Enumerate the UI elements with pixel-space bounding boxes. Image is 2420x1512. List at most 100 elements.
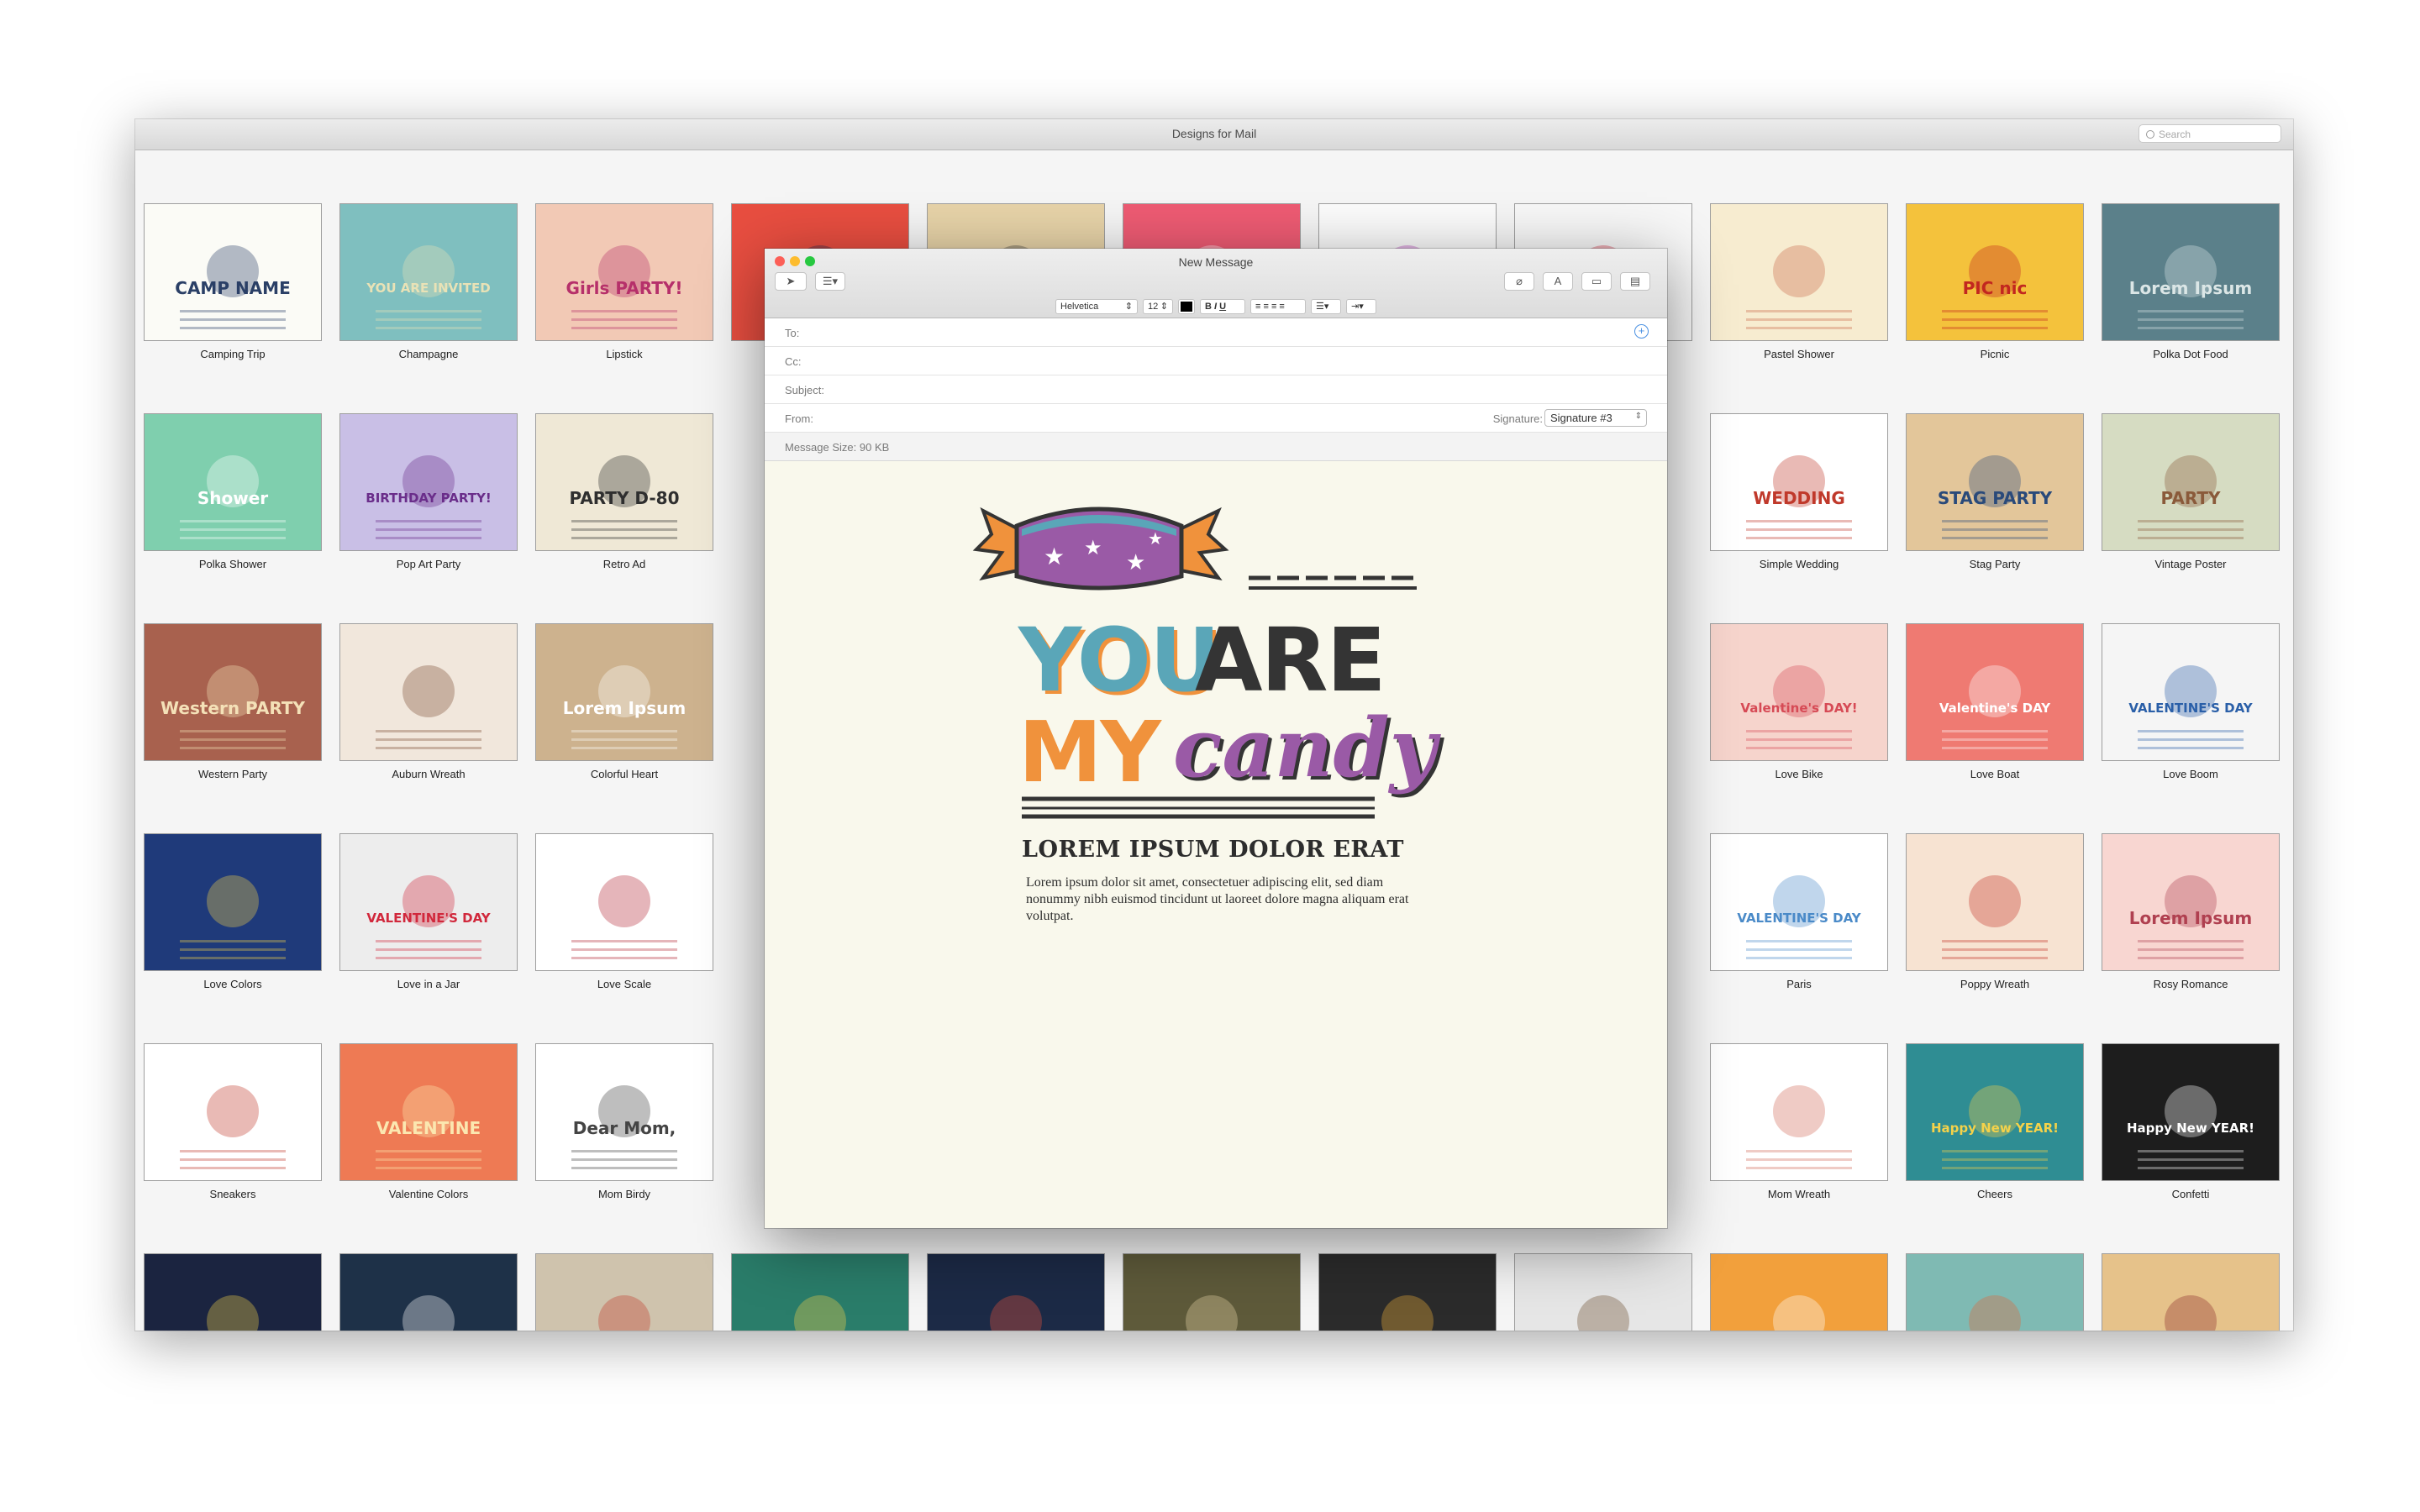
template-tile[interactable]: Lorem Ipsum Rosy Romance xyxy=(2102,833,2280,990)
template-tile[interactable]: Love Scale xyxy=(535,833,713,990)
template-tile[interactable]: Poppy Wreath xyxy=(1906,833,2084,990)
template-artwork xyxy=(1773,244,1825,297)
svg-text:★: ★ xyxy=(1126,550,1145,575)
template-text-line xyxy=(2138,528,2244,532)
template-tile[interactable]: Lorem Ipsum Colorful Heart xyxy=(535,623,713,780)
template-tile[interactable]: Girls PARTY! Lipstick xyxy=(535,203,713,360)
template-text-line xyxy=(2138,746,2244,749)
template-text-line xyxy=(1942,318,2048,322)
template-headline: VALENTINE xyxy=(376,1118,481,1139)
template-tile[interactable]: HAPPY NEW xyxy=(339,1253,518,1331)
template-tile[interactable]: Happy New Year! xyxy=(731,1253,909,1331)
template-tile[interactable]: Valentine's DAY Love Boat xyxy=(1906,623,2084,780)
template-artwork xyxy=(1773,1294,1825,1331)
template-tile[interactable] xyxy=(144,1253,322,1331)
template-text-line xyxy=(1942,1158,2048,1162)
template-tile[interactable]: Merry CHRISTMAS xyxy=(535,1253,713,1331)
template-text-line xyxy=(376,730,481,733)
template-tile[interactable]: Dear Mom, Mom Birdy xyxy=(535,1043,713,1200)
template-tile[interactable] xyxy=(1123,1253,1301,1331)
template-thumbnail: PARTY D-80 xyxy=(535,413,713,551)
template-tile[interactable]: HAPPY THANKS GIVING! xyxy=(1318,1253,1497,1331)
template-text-line xyxy=(1746,310,1852,313)
template-name: Love Bike xyxy=(1775,768,1823,780)
template-tile[interactable]: Happy New YEAR! Confetti xyxy=(2102,1043,2280,1200)
template-headline: HAPPY NEW xyxy=(371,1328,485,1331)
template-tile[interactable]: STAG PARTY Stag Party xyxy=(1906,413,2084,570)
search-input[interactable]: Search xyxy=(2139,124,2281,143)
template-tile[interactable]: VALENTINE Valentine Colors xyxy=(339,1043,518,1200)
template-tile[interactable]: YOU ARE INVITED Champagne xyxy=(339,203,518,360)
template-tile[interactable]: VALENTINE'S DAY Love in a Jar xyxy=(339,833,518,990)
template-text-line xyxy=(1942,948,2048,952)
template-tile[interactable]: Happy New YEAR! Cheers xyxy=(1906,1043,2084,1200)
template-thumbnail xyxy=(144,833,322,971)
template-text-line xyxy=(1942,956,2048,959)
template-tile[interactable]: CAMP NAME Camping Trip xyxy=(144,203,322,360)
template-text-line xyxy=(1942,730,2048,733)
template-headline: Thanks xyxy=(1961,1328,2029,1331)
template-text-line xyxy=(571,940,677,943)
template-tile[interactable]: Auburn Wreath xyxy=(339,623,518,780)
template-text-line xyxy=(180,1150,286,1153)
template-text-line xyxy=(571,528,677,532)
template-tile[interactable]: Love Colors xyxy=(144,833,322,990)
template-text-line xyxy=(376,528,481,532)
template-tile[interactable]: Western PARTY Western Party xyxy=(144,623,322,780)
template-text-line xyxy=(1746,940,1852,943)
new-message-window: New Message ➤ ☰▾ ⌀ A ▭ ▤ Helvetica ⇕ 12 ⇕ … xyxy=(765,249,1667,1228)
template-text-line xyxy=(1942,520,2048,523)
template-tile[interactable]: Mom Wreath xyxy=(1710,1043,1888,1200)
template-tile[interactable]: Pastel Shower xyxy=(1710,203,1888,360)
template-text-line xyxy=(571,956,677,959)
card-body-text: Lorem ipsum dolor sit amet, consectetuer… xyxy=(1026,875,1409,923)
template-headline: STAG PARTY xyxy=(1937,488,2053,509)
template-text-line xyxy=(2138,738,2244,742)
template-tile[interactable]: Valentine's DAY! Love Bike xyxy=(1710,623,1888,780)
template-text-line xyxy=(2138,520,2244,523)
template-tile[interactable]: BIRTHDAY PARTY! Pop Art Party xyxy=(339,413,518,570)
template-tile[interactable]: Shower Polka Shower xyxy=(144,413,322,570)
template-tile[interactable]: HAPPY THANKSGIVING Day! xyxy=(2102,1253,2280,1331)
template-text-line xyxy=(2138,940,2244,943)
template-tile[interactable] xyxy=(927,1253,1105,1331)
template-tile[interactable]: PIC nic Picnic xyxy=(1906,203,2084,360)
template-tile[interactable]: PARTY D-80 Retro Ad xyxy=(535,413,713,570)
template-text-line xyxy=(376,520,481,523)
template-tile[interactable]: WEDDING Simple Wedding xyxy=(1710,413,1888,570)
template-text-line xyxy=(1942,310,2048,313)
svg-text:★: ★ xyxy=(1148,528,1163,549)
template-tile[interactable]: Thanks xyxy=(1906,1253,2084,1331)
template-tile[interactable]: PARTY Vintage Poster xyxy=(2102,413,2280,570)
template-headline: BIRTHDAY PARTY! xyxy=(366,491,492,507)
template-text-line xyxy=(571,1166,677,1169)
template-headline: Valentine's DAY! xyxy=(1740,701,1858,717)
template-text-line xyxy=(180,520,286,523)
template-headline: VALENTINE'S DAY xyxy=(2128,701,2253,717)
template-tile[interactable]: VALENTINE'S DAY Paris xyxy=(1710,833,1888,990)
template-text-line xyxy=(376,956,481,959)
template-name: Confetti xyxy=(2171,1188,2210,1200)
template-artwork xyxy=(207,1084,259,1137)
template-name: Love Scale xyxy=(597,978,652,990)
template-headline: VALENTINE'S DAY xyxy=(366,911,491,927)
template-text-line xyxy=(571,1158,677,1162)
template-name: Paris xyxy=(1786,978,1812,990)
template-headline: CAMP NAME xyxy=(175,278,291,299)
template-thumbnail: Western PARTY xyxy=(144,623,322,761)
template-tile[interactable]: VALENTINE'S DAY Love Boom xyxy=(2102,623,2280,780)
template-text-line xyxy=(571,730,677,733)
template-name: Auburn Wreath xyxy=(392,768,466,780)
template-text-line xyxy=(1746,738,1852,742)
template-tile[interactable] xyxy=(1514,1253,1692,1331)
template-thumbnail xyxy=(1123,1253,1301,1331)
template-text-line xyxy=(1746,956,1852,959)
template-headline: VALENTINE'S DAY xyxy=(1737,911,1861,927)
template-tile[interactable]: Sneakers xyxy=(144,1043,322,1200)
template-thumbnail: HAPPY THANKSGIVING Day! xyxy=(2102,1253,2280,1331)
template-thumbnail xyxy=(144,1253,322,1331)
template-thumbnail: Valentine's DAY! xyxy=(1710,623,1888,761)
template-tile[interactable]: Lorem Ipsum Polka Dot Food xyxy=(2102,203,2280,360)
template-thumbnail: VALENTINE'S DAY xyxy=(1710,833,1888,971)
template-tile[interactable]: HAPPY thanks xyxy=(1710,1253,1888,1331)
